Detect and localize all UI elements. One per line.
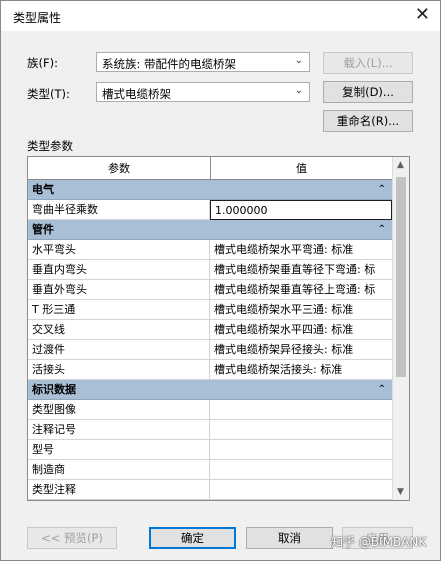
param-name: 活接头 bbox=[28, 360, 210, 379]
preview-button[interactable]: << 预览(P) bbox=[27, 527, 117, 549]
table-row[interactable]: 弯曲半径乘数 1.000000 bbox=[28, 200, 392, 220]
type-parameters-grid: 参数 值 电气 ⌃ 弯曲半径乘数 1.000000 管件 ⌃ 水平弯头 槽式电缆桥架水平弯通:… bbox=[27, 156, 410, 501]
table-row[interactable]: 注释记号 bbox=[28, 420, 392, 440]
type-value: 槽式电缆桥架 bbox=[102, 87, 171, 101]
table-row[interactable]: 制造商 bbox=[28, 460, 392, 480]
param-name: 垂直内弯头 bbox=[28, 260, 210, 279]
param-value[interactable]: 槽式电缆桥架活接头: 标准 bbox=[210, 360, 392, 379]
param-name: 水平弯头 bbox=[28, 240, 210, 259]
group-title: 电气 bbox=[32, 183, 54, 196]
chevron-down-icon: ⌄ bbox=[294, 55, 303, 66]
table-row[interactable]: 活接头 槽式电缆桥架活接头: 标准 bbox=[28, 360, 392, 380]
collapse-icon[interactable]: ⌃ bbox=[378, 380, 386, 400]
rename-button[interactable]: 重命名(R)... bbox=[323, 110, 413, 132]
scroll-down-icon[interactable]: ▼ bbox=[397, 487, 404, 497]
collapse-icon[interactable]: ⌃ bbox=[378, 180, 386, 200]
param-value[interactable]: 槽式电缆桥架异径接头: 标准 bbox=[210, 340, 392, 359]
grid-header: 参数 值 bbox=[28, 157, 409, 180]
type-label: 类型(T): bbox=[27, 87, 70, 101]
grid-rows: 电气 ⌃ 弯曲半径乘数 1.000000 管件 ⌃ 水平弯头 槽式电缆桥架水平弯通: 标准 垂直… bbox=[28, 180, 392, 500]
param-name: 类型注释 bbox=[28, 480, 210, 499]
type-properties-dialog: 类型属性 ✕ 族(F): 系统族: 带配件的电缆桥架 ⌄ 载入(L)... 类型… bbox=[0, 0, 441, 561]
ok-button[interactable]: 确定 bbox=[149, 527, 236, 549]
watermark: 知乎 @BIMBANK bbox=[331, 535, 427, 549]
param-value[interactable]: 槽式电缆桥架水平三通: 标准 bbox=[210, 300, 392, 319]
close-icon[interactable]: ✕ bbox=[415, 5, 430, 25]
param-name: 制造商 bbox=[28, 460, 210, 479]
cancel-button[interactable]: 取消 bbox=[246, 527, 333, 549]
vertical-scrollbar[interactable]: ▲ ▼ bbox=[392, 157, 409, 500]
param-value[interactable]: 槽式电缆桥架水平四通: 标准 bbox=[210, 320, 392, 339]
type-params-label: 类型参数 bbox=[27, 139, 73, 153]
group-header[interactable]: 管件 ⌃ bbox=[28, 220, 392, 240]
load-button[interactable]: 载入(L)... bbox=[323, 52, 413, 74]
family-label: 族(F): bbox=[27, 56, 58, 70]
type-dropdown[interactable]: 槽式电缆桥架 ⌄ bbox=[96, 82, 310, 102]
param-name: 过渡件 bbox=[28, 340, 210, 359]
param-value[interactable] bbox=[210, 480, 392, 499]
title-bar: 类型属性 ✕ bbox=[1, 1, 440, 31]
param-value[interactable] bbox=[210, 440, 392, 459]
param-name: T 形三通 bbox=[28, 300, 210, 319]
group-header[interactable]: 标识数据 ⌃ bbox=[28, 380, 392, 400]
param-value[interactable]: 槽式电缆桥架垂直等径下弯通: 标 bbox=[210, 260, 392, 279]
table-row[interactable]: T 形三通 槽式电缆桥架水平三通: 标准 bbox=[28, 300, 392, 320]
param-name: 类型图像 bbox=[28, 400, 210, 419]
table-row[interactable]: 型号 bbox=[28, 440, 392, 460]
dialog-title: 类型属性 bbox=[13, 11, 62, 25]
param-name: 交叉线 bbox=[28, 320, 210, 339]
param-value[interactable] bbox=[210, 400, 392, 419]
group-title: 标识数据 bbox=[32, 383, 76, 396]
table-row[interactable]: 过渡件 槽式电缆桥架异径接头: 标准 bbox=[28, 340, 392, 360]
param-value-input[interactable]: 1.000000 bbox=[210, 200, 392, 220]
table-row[interactable]: 水平弯头 槽式电缆桥架水平弯通: 标准 bbox=[28, 240, 392, 260]
param-name: 型号 bbox=[28, 440, 210, 459]
collapse-icon[interactable]: ⌃ bbox=[378, 220, 386, 240]
table-row[interactable]: 垂直外弯头 槽式电缆桥架垂直等径上弯通: 标 bbox=[28, 280, 392, 300]
table-row[interactable]: 垂直内弯头 槽式电缆桥架垂直等径下弯通: 标 bbox=[28, 260, 392, 280]
param-value[interactable] bbox=[210, 460, 392, 479]
table-row[interactable]: 类型注释 bbox=[28, 480, 392, 500]
param-name: 弯曲半径乘数 bbox=[28, 200, 210, 219]
family-value: 系统族: 带配件的电缆桥架 bbox=[102, 57, 237, 71]
group-title: 管件 bbox=[32, 223, 54, 236]
param-name: 注释记号 bbox=[28, 420, 210, 439]
scrollbar-thumb[interactable] bbox=[396, 177, 406, 377]
group-header[interactable]: 电气 ⌃ bbox=[28, 180, 392, 200]
duplicate-button[interactable]: 复制(D)... bbox=[323, 81, 413, 103]
table-row[interactable]: 类型图像 bbox=[28, 400, 392, 420]
column-header-parameter[interactable]: 参数 bbox=[28, 157, 211, 180]
family-dropdown[interactable]: 系统族: 带配件的电缆桥架 ⌄ bbox=[96, 52, 310, 72]
param-value[interactable] bbox=[210, 420, 392, 439]
param-name: 垂直外弯头 bbox=[28, 280, 210, 299]
chevron-down-icon: ⌄ bbox=[294, 85, 303, 96]
scroll-up-icon[interactable]: ▲ bbox=[397, 160, 404, 170]
param-value[interactable]: 槽式电缆桥架垂直等径上弯通: 标 bbox=[210, 280, 392, 299]
table-row[interactable]: 交叉线 槽式电缆桥架水平四通: 标准 bbox=[28, 320, 392, 340]
column-header-value[interactable]: 值 bbox=[211, 157, 393, 180]
param-value[interactable]: 槽式电缆桥架水平弯通: 标准 bbox=[210, 240, 392, 259]
